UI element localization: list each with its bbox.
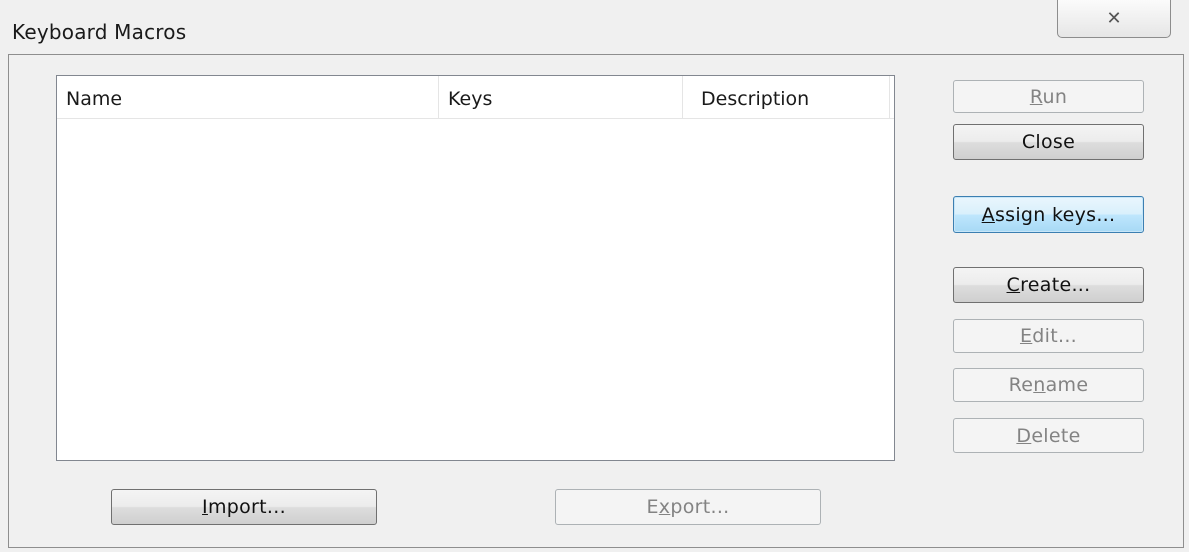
import-button-label: Import... — [202, 496, 286, 518]
rename-button-label: Rename — [1008, 374, 1089, 396]
list-body[interactable] — [57, 119, 894, 460]
assign-keys-button[interactable]: Assign keys... — [953, 196, 1144, 233]
column-header-keys[interactable]: Keys — [439, 76, 683, 118]
delete-button[interactable]: Delete — [953, 418, 1144, 453]
close-window-button[interactable]: ✕ — [1057, 0, 1171, 38]
column-header-name[interactable]: Name — [57, 76, 439, 118]
macros-list[interactable]: Name Keys Description — [56, 75, 895, 461]
column-header-description[interactable]: Description — [683, 76, 890, 118]
run-button-label: Run — [1029, 85, 1068, 108]
create-button-label: Create... — [1006, 274, 1091, 296]
create-button[interactable]: Create... — [953, 267, 1144, 303]
keyboard-macros-dialog: Keyboard Macros ✕ Name Keys Description … — [0, 0, 1189, 552]
edit-button-label: Edit... — [1019, 325, 1078, 347]
close-button-label: Close — [1021, 131, 1076, 153]
edit-button[interactable]: Edit... — [953, 319, 1144, 353]
export-button-label: Export... — [646, 496, 730, 518]
delete-button-label: Delete — [1016, 424, 1081, 447]
import-button[interactable]: Import... — [111, 489, 377, 525]
export-button[interactable]: Export... — [555, 489, 821, 525]
dialog-title: Keyboard Macros — [12, 20, 187, 44]
close-icon: ✕ — [1106, 8, 1122, 29]
rename-button[interactable]: Rename — [953, 368, 1144, 402]
run-button[interactable]: Run — [953, 80, 1144, 113]
assign-keys-button-label: Assign keys... — [981, 203, 1116, 226]
close-button[interactable]: Close — [953, 124, 1144, 160]
list-header: Name Keys Description — [57, 76, 894, 119]
